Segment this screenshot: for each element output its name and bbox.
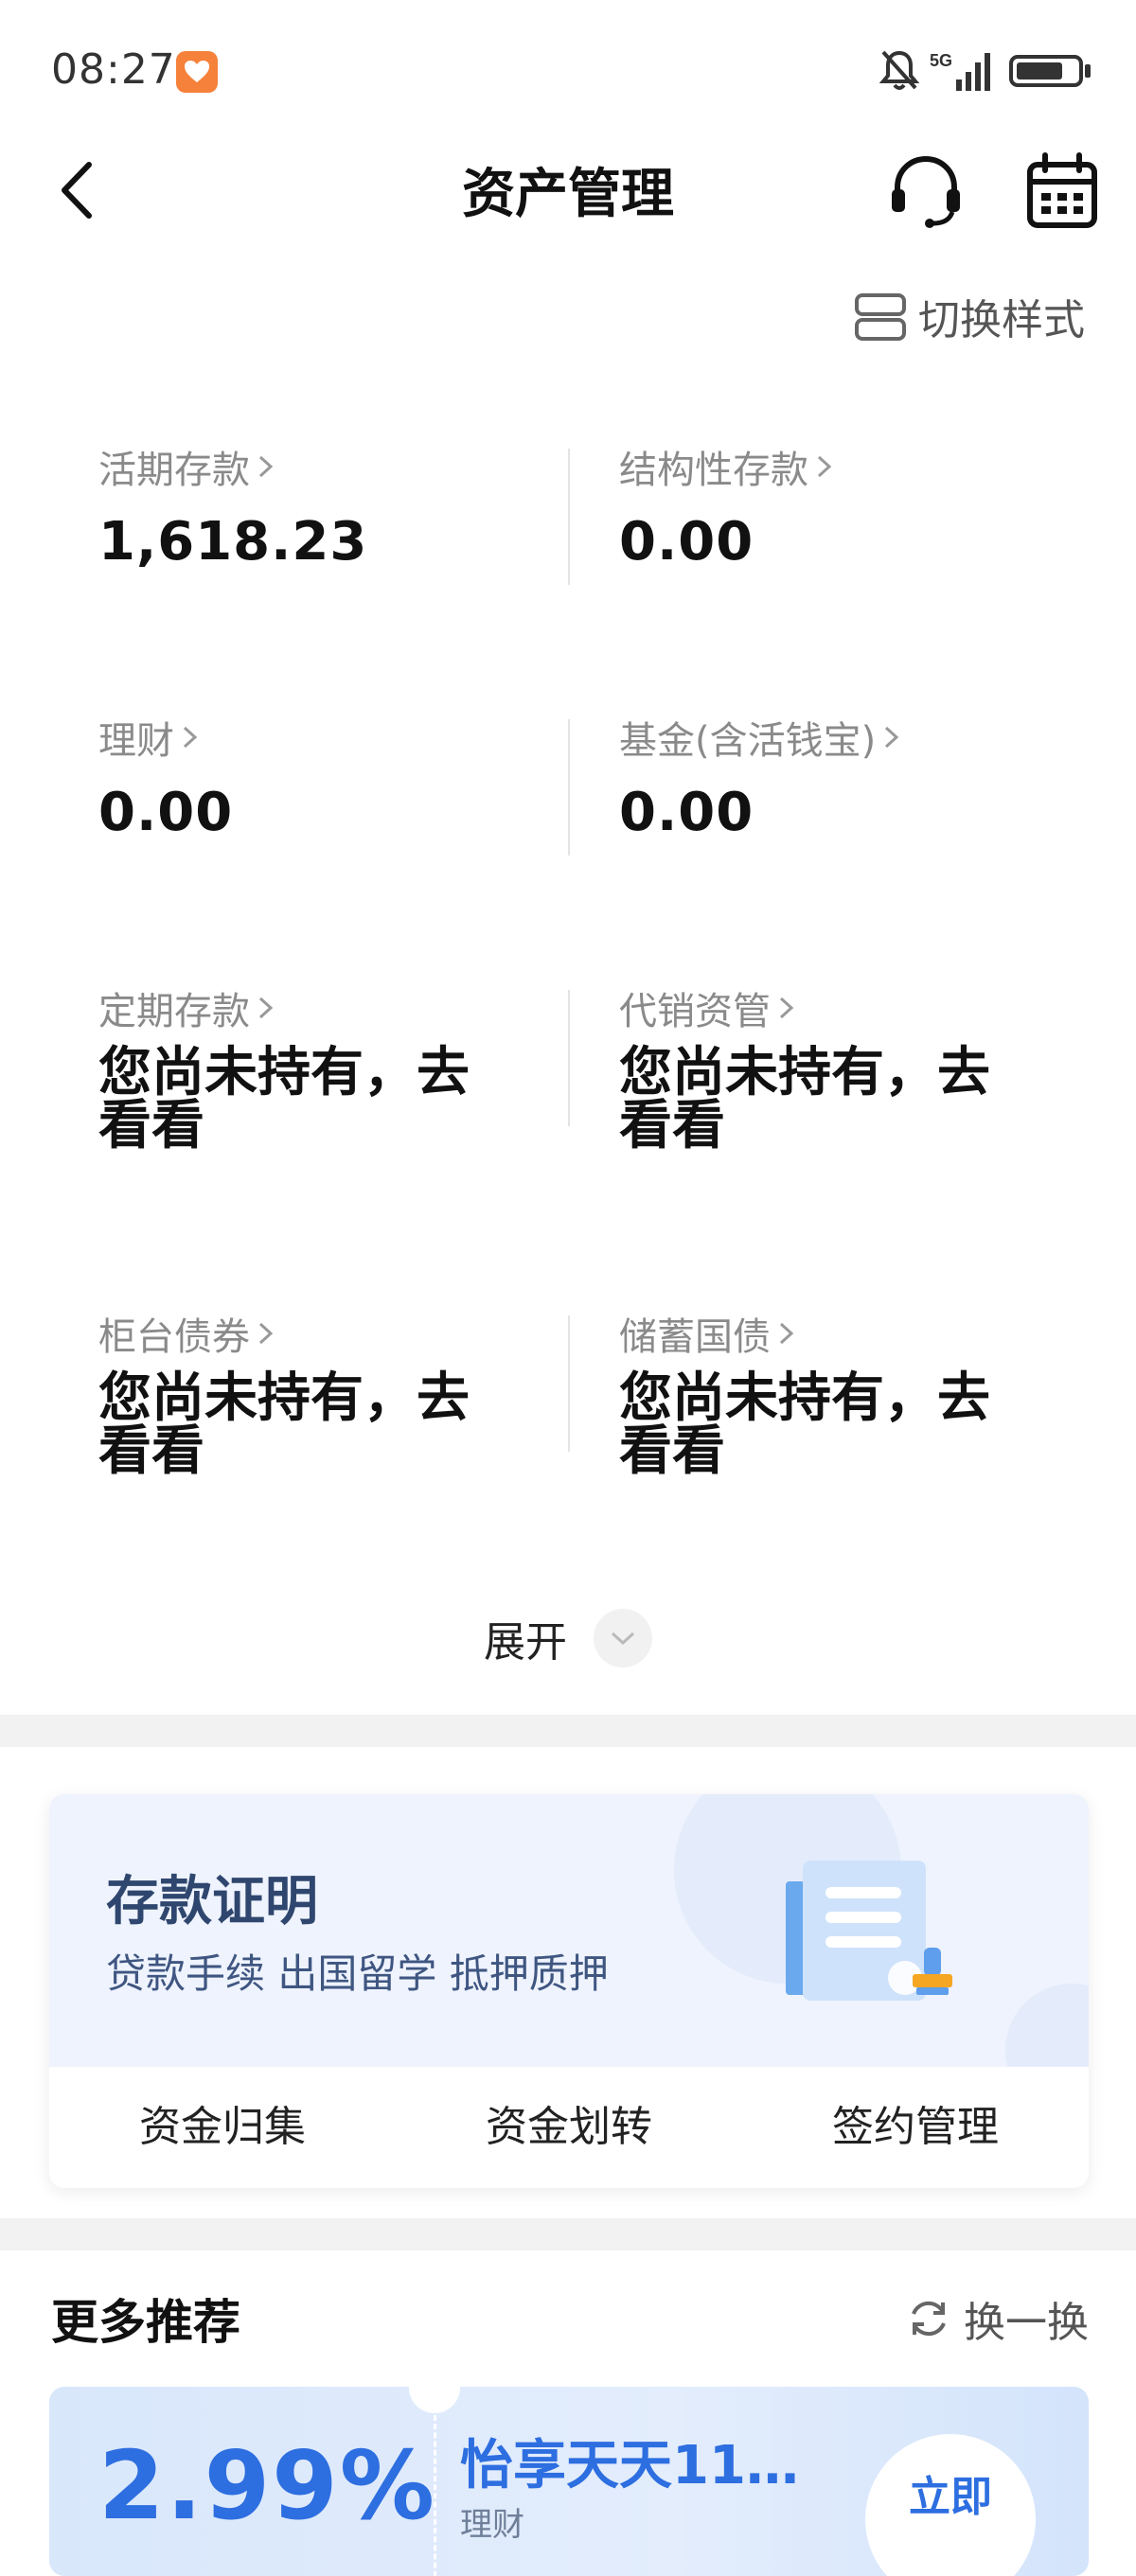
chevron-right-icon: [885, 726, 899, 749]
asset-structured-deposit[interactable]: 结构性存款 0.00: [619, 439, 1092, 573]
chevron-right-icon: [817, 455, 832, 478]
status-bar: 08:27 5G: [0, 0, 1136, 142]
asset-value: 0.00: [619, 782, 754, 843]
buy-now-label: 立即: [909, 2473, 992, 2521]
deposit-certificate-banner[interactable]: 存款证明 贷款手续 出国留学 抵押质押: [49, 1794, 1089, 2067]
status-time: 08:27: [51, 45, 176, 94]
asset-value: 0.00: [619, 511, 754, 573]
network-type-label: 5G: [930, 51, 952, 70]
app-notification-icon: [176, 51, 218, 93]
calendar-icon[interactable]: [1024, 151, 1100, 231]
battery-tip: [1085, 64, 1091, 78]
switch-style-button[interactable]: 切换样式: [854, 288, 1085, 344]
recommend-product-card[interactable]: 2.99% 怡享天天11… 理财 立即: [49, 2387, 1089, 2576]
asset-label: 定期存款: [98, 990, 250, 1033]
asset-empty-text: 您尚未持有，去看看: [98, 1367, 470, 1482]
switch-layout-icon: [855, 293, 906, 341]
document-certificate-icon: [786, 1861, 952, 2001]
deposit-actions: 资金归集 资金划转 签约管理: [49, 2067, 1089, 2188]
column-divider: [568, 1315, 570, 1452]
asset-demand-deposit[interactable]: 活期存款 1,618.23: [98, 439, 572, 573]
asset-consignment[interactable]: 代销资管 您尚未持有，去看看: [619, 980, 1092, 1153]
asset-value: 1,618.23: [98, 511, 368, 573]
asset-savings-bond[interactable]: 储蓄国债 您尚未持有，去看看: [619, 1306, 1092, 1478]
section-separator: [0, 2218, 1136, 2250]
column-divider: [568, 449, 570, 585]
product-type: 理财: [460, 2506, 524, 2544]
refresh-button[interactable]: 换一换: [905, 2288, 1089, 2349]
asset-label: 理财: [98, 719, 174, 763]
refresh-label: 换一换: [964, 2299, 1089, 2347]
asset-label: 柜台债券: [98, 1315, 250, 1359]
buy-now-button[interactable]: 立即: [865, 2434, 1036, 2576]
asset-label: 储蓄国债: [619, 1315, 771, 1359]
chevron-right-icon: [258, 1322, 274, 1345]
expand-label: 展开: [484, 1618, 567, 1667]
fund-collection-button[interactable]: 资金归集: [49, 2067, 396, 2188]
page-title: 资产管理: [462, 164, 674, 225]
asset-empty-text: 您尚未持有，去看看: [98, 1042, 470, 1156]
asset-counter-bond[interactable]: 柜台债券 您尚未持有，去看看: [98, 1306, 572, 1478]
asset-empty-text: 您尚未持有，去看看: [619, 1042, 990, 1156]
mute-bell-icon: [879, 47, 920, 97]
product-rate: 2.99%: [98, 2430, 436, 2541]
signal-icon: 5G: [928, 49, 996, 97]
ticket-notch: [409, 2387, 460, 2413]
asset-label: 代销资管: [619, 990, 771, 1033]
ticket-divider: [434, 2415, 436, 2576]
asset-label: 基金(含活钱宝): [619, 719, 877, 763]
chevron-right-icon: [779, 997, 794, 1019]
chevron-right-icon: [779, 1322, 794, 1345]
deposit-certificate-card: 存款证明 贷款手续 出国留学 抵押质押 资金归集 资金划转 签约管理: [49, 1794, 1089, 2188]
chevron-down-icon: [594, 1609, 652, 1667]
battery-icon: [1009, 55, 1083, 87]
asset-fixed-deposit[interactable]: 定期存款 您尚未持有，去看看: [98, 980, 572, 1153]
chevron-right-icon: [183, 726, 198, 749]
asset-wealth-management[interactable]: 理财 0.00: [98, 710, 572, 843]
refresh-icon: [912, 2301, 946, 2337]
chevron-right-icon: [258, 997, 274, 1019]
expand-button[interactable]: 展开: [0, 1605, 1136, 1671]
asset-label: 结构性存款: [619, 449, 808, 492]
column-divider: [568, 719, 570, 856]
column-divider: [568, 990, 570, 1126]
decor-circle: [1005, 1984, 1089, 2067]
deposit-certificate-subtitle: 贷款手续 出国留学 抵押质押: [106, 1950, 609, 1997]
asset-empty-text: 您尚未持有，去看看: [619, 1367, 990, 1482]
section-separator: [0, 1715, 1136, 1747]
customer-service-headset-icon[interactable]: [886, 151, 966, 231]
chevron-right-icon: [258, 455, 274, 478]
fund-transfer-button[interactable]: 资金划转: [396, 2067, 742, 2188]
asset-value: 0.00: [98, 782, 234, 843]
more-recommend-title: 更多推荐: [51, 2295, 240, 2350]
product-name: 怡享天天11…: [460, 2435, 799, 2497]
deposit-certificate-title: 存款证明: [106, 1871, 318, 1932]
asset-label: 活期存款: [98, 449, 250, 492]
asset-fund[interactable]: 基金(含活钱宝) 0.00: [619, 710, 1092, 843]
contract-management-button[interactable]: 签约管理: [742, 2067, 1089, 2188]
switch-style-label: 切换样式: [918, 296, 1085, 344]
